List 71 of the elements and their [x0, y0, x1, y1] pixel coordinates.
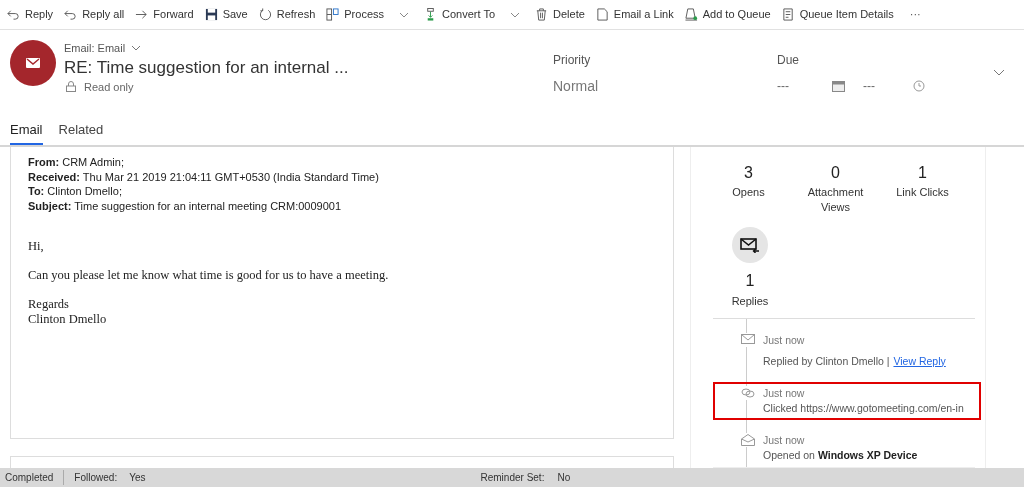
entity-label: Email: Email: [64, 41, 126, 56]
refresh-icon: [258, 8, 272, 21]
followed-value: Yes: [129, 471, 146, 485]
document-icon: [595, 8, 609, 21]
priority-value: Normal: [553, 77, 599, 96]
chevron-down-icon: [399, 11, 409, 18]
reply-arrow-icon: [64, 8, 78, 21]
tab[interactable]: Email: [10, 119, 43, 145]
activity-text: Replied by Clinton Dmello |: [763, 354, 890, 367]
body-paragraph: Regards Clinton Dmello: [28, 297, 108, 327]
toolbar-button[interactable]: Delete: [532, 1, 588, 28]
priority-label: Priority: [553, 52, 592, 69]
toolbar-button[interactable]: Queue Item Details: [778, 1, 897, 28]
toolbar-button[interactable]: Refresh: [255, 1, 319, 28]
arrow-right-icon: [135, 8, 149, 21]
due-date-value: ---: [777, 78, 790, 95]
tab[interactable]: Related: [58, 119, 104, 145]
body-paragraph: Can you please let me know what time is good for us to have a meeting.: [28, 268, 390, 283]
lock-icon: [66, 81, 76, 93]
open-envelope-icon: [741, 432, 755, 447]
more-button[interactable]: ···: [905, 6, 925, 23]
stat-label: Link Clicks: [895, 185, 950, 200]
save-icon: [204, 8, 218, 21]
activity-text: Clicked https://www.gotomeeting.com/en-in: [763, 401, 964, 414]
status-text: Completed: [5, 470, 65, 485]
stat-label: Opens: [731, 185, 766, 200]
toolbar-button[interactable]: Add to Queue: [681, 1, 774, 28]
followed-label: Followed:: [74, 471, 118, 485]
stat-label: Attachment Views: [806, 185, 865, 215]
trash-icon: [535, 8, 548, 21]
due-time-value: ---: [863, 78, 876, 95]
calendar-icon[interactable]: [832, 80, 845, 92]
header-field-line: Received: Thu Mar 21 2019 21:04:11 GMT+0530 (India Standard Time): [28, 169, 380, 184]
view-reply-link[interactable]: View Reply: [893, 354, 946, 367]
record-title: RE: Time suggestion for an internal ...: [64, 56, 350, 79]
chevron-down-icon: [510, 11, 520, 18]
toolbar-button[interactable]: Reply: [4, 1, 57, 28]
header-field-line: To: Clinton Dmello;: [28, 184, 123, 199]
mail-reply-icon: [732, 227, 768, 263]
reply-arrow-icon: [7, 8, 20, 21]
link-icon: [741, 385, 755, 400]
stat-value: 0: [831, 163, 840, 183]
toolbar-button[interactable]: Forward: [132, 1, 197, 28]
stat-value: 3: [744, 163, 753, 183]
stat-label: Replies: [731, 294, 769, 309]
read-only-label: Read only: [84, 79, 134, 95]
activity-text: Opened on Windows XP Device: [763, 448, 918, 461]
toolbar-button[interactable]: Reply all: [61, 1, 128, 28]
toolbar-button[interactable]: Email a Link: [592, 1, 677, 28]
chevron-down-icon[interactable]: [131, 45, 142, 52]
toolbar-button[interactable]: Save: [201, 1, 251, 28]
activity-time: Just now: [763, 385, 806, 401]
toolbar-button[interactable]: Convert To: [421, 1, 527, 28]
reminder-label: Reminder Set:: [480, 471, 545, 485]
stat-value: 1: [918, 163, 927, 183]
header-field-line: Subject: Time suggestion for an internal meeting CRM:0009001: [28, 198, 343, 213]
list-document-icon: [781, 8, 795, 21]
process-icon: [326, 8, 340, 21]
chevron-down-icon[interactable]: [993, 69, 1005, 76]
convert-icon: [424, 8, 437, 21]
queue-icon: [684, 8, 698, 21]
due-label: Due: [777, 52, 800, 69]
activity-time: Just now: [763, 332, 806, 348]
email-avatar-icon: [10, 40, 56, 86]
activity-time: Just now: [763, 432, 806, 448]
toolbar-button[interactable]: Process: [323, 1, 416, 28]
header-field-line: From: CRM Admin;: [28, 155, 125, 170]
envelope-icon: [741, 332, 755, 347]
body-paragraph: Hi,: [28, 239, 45, 254]
reminder-value: No: [557, 471, 571, 485]
stat-value: 1: [745, 271, 755, 291]
